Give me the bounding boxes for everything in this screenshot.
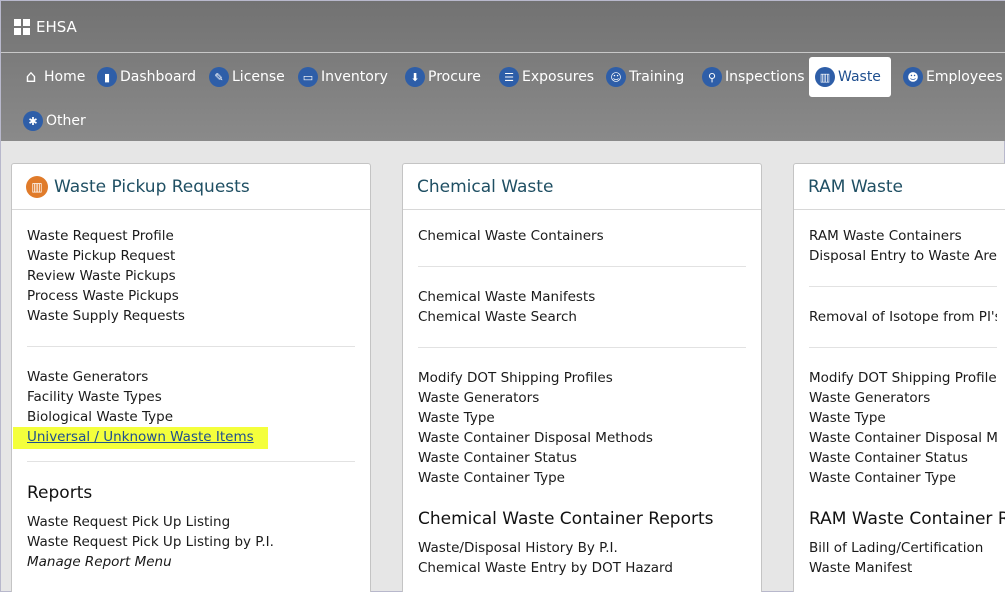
link-disposal-entry-to-waste-area[interactable]: Disposal Entry to Waste Area — [809, 246, 997, 266]
link-chemical-waste-entry-by-dot-hazard[interactable]: Chemical Waste Entry by DOT Hazard — [418, 558, 746, 578]
link-waste-container-type[interactable]: Waste Container Type — [418, 468, 746, 488]
divider — [809, 286, 997, 287]
link-waste-container-type[interactable]: Waste Container Type — [809, 468, 997, 488]
wrench-icon: ✎ — [209, 67, 229, 87]
nav-inspections[interactable]: ⚲ Inspections — [696, 57, 811, 97]
app-title[interactable]: EHSA — [14, 17, 77, 37]
link-waste-container-status[interactable]: Waste Container Status — [809, 448, 997, 468]
link-waste-request-pick-up-listing[interactable]: Waste Request Pick Up Listing — [27, 512, 355, 532]
link-waste-container-disposal-methods[interactable]: Waste Container Disposal Metho — [809, 428, 997, 448]
link-manage-report-menu[interactable]: Manage Report Menu — [27, 552, 355, 572]
divider — [809, 347, 997, 348]
divider — [27, 346, 355, 347]
link-waste-request-pick-up-listing-by-pi[interactable]: Waste Request Pick Up Listing by P.I. — [27, 532, 355, 552]
nav-other[interactable]: ✱ Other — [17, 101, 92, 141]
divider — [418, 266, 746, 267]
person-icon: ☺ — [606, 67, 626, 87]
top-navigation-bar: EHSA ⌂ Home ▮ Dashboard ✎ License ▭ Inve… — [1, 1, 1005, 141]
bar-chart-icon: ▮ — [97, 67, 117, 87]
nav-home[interactable]: ⌂ Home — [15, 57, 91, 97]
link-waste-type[interactable]: Waste Type — [809, 408, 997, 428]
nav-exposures[interactable]: ☰ Exposures — [493, 57, 600, 97]
link-chemical-waste-manifests[interactable]: Chemical Waste Manifests — [418, 287, 746, 307]
divider — [27, 461, 355, 462]
panel-chemical-waste: Chemical Waste Chemical Waste Containers… — [402, 163, 762, 592]
panel-waste-pickup-requests: ▥ Waste Pickup Requests Waste Request Pr… — [11, 163, 371, 592]
panel-ram-waste: RAM Waste RAM Waste Containers Disposal … — [793, 163, 1005, 592]
link-waste-generators[interactable]: Waste Generators — [418, 388, 746, 408]
nav-inventory[interactable]: ▭ Inventory — [292, 57, 394, 97]
panel-header: ▥ Waste Pickup Requests — [12, 164, 370, 210]
nav-procure-label: Procure — [428, 69, 481, 85]
link-modify-dot-shipping-profiles[interactable]: Modify DOT Shipping Profiles — [418, 368, 746, 388]
nav-home-label: Home — [44, 69, 86, 85]
nav-license[interactable]: ✎ License — [203, 57, 291, 97]
arrow-down-icon: ⬇ — [405, 67, 425, 87]
trash-icon: ▥ — [815, 67, 835, 87]
link-waste-disposal-history-by-pi[interactable]: Waste/Disposal History By P.I. — [418, 538, 746, 558]
link-review-waste-pickups[interactable]: Review Waste Pickups — [27, 266, 355, 286]
link-process-waste-pickups[interactable]: Process Waste Pickups — [27, 286, 355, 306]
nav-dashboard[interactable]: ▮ Dashboard — [91, 57, 202, 97]
trash-icon: ▥ — [26, 175, 48, 198]
app-grid-icon — [14, 19, 30, 35]
link-biological-waste-type[interactable]: Biological Waste Type — [27, 407, 355, 427]
nav-training-label: Training — [629, 69, 685, 85]
divider — [418, 347, 746, 348]
link-universal-unknown-waste-items[interactable]: Universal / Unknown Waste Items — [27, 427, 254, 447]
link-waste-container-disposal-methods[interactable]: Waste Container Disposal Methods — [418, 428, 746, 448]
nav-employees[interactable]: ☻ Employees — [897, 57, 1005, 97]
nav-procure[interactable]: ⬇ Procure — [399, 57, 487, 97]
link-waste-generators[interactable]: Waste Generators — [809, 388, 997, 408]
nav-inventory-label: Inventory — [321, 69, 388, 85]
link-waste-request-profile[interactable]: Waste Request Profile — [27, 226, 355, 246]
app-title-label: EHSA — [36, 18, 77, 36]
reports-heading: Reports — [27, 483, 93, 503]
nav-waste-label: Waste — [838, 69, 881, 85]
link-modify-dot-shipping-profiles[interactable]: Modify DOT Shipping Profiles — [809, 368, 997, 388]
link-waste-pickup-request[interactable]: Waste Pickup Request — [27, 246, 355, 266]
nav-inspections-label: Inspections — [725, 69, 805, 85]
panel-title: Chemical Waste — [417, 176, 554, 197]
link-chemical-waste-search[interactable]: Chemical Waste Search — [418, 307, 746, 327]
nav-license-label: License — [232, 69, 285, 85]
highlight-box: Universal / Unknown Waste Items — [13, 427, 268, 449]
link-bill-of-lading-certification[interactable]: Bill of Lading/Certification — [809, 538, 997, 558]
link-ram-waste-containers[interactable]: RAM Waste Containers — [809, 226, 997, 246]
link-facility-waste-types[interactable]: Facility Waste Types — [27, 387, 355, 407]
panel-header: RAM Waste — [794, 164, 1005, 210]
link-waste-manifest[interactable]: Waste Manifest — [809, 558, 997, 578]
chemical-reports-heading: Chemical Waste Container Reports — [418, 509, 714, 529]
nav-other-label: Other — [46, 113, 86, 129]
panel-title: Waste Pickup Requests — [54, 176, 250, 197]
ram-reports-heading: RAM Waste Container Re — [809, 509, 1005, 529]
clipboard-icon: ☰ — [499, 67, 519, 87]
nav-exposures-label: Exposures — [522, 69, 595, 85]
home-icon: ⌂ — [25, 66, 37, 87]
nav-waste[interactable]: ▥ Waste — [809, 57, 891, 97]
nav-training[interactable]: ☺ Training — [600, 57, 690, 97]
link-removal-of-isotope[interactable]: Removal of Isotope from PI's In — [809, 307, 997, 327]
truck-icon: ▭ — [298, 67, 318, 87]
link-waste-supply-requests[interactable]: Waste Supply Requests — [27, 306, 355, 326]
panel-title: RAM Waste — [808, 176, 903, 197]
link-waste-type[interactable]: Waste Type — [418, 408, 746, 428]
header-divider — [1, 52, 1005, 53]
link-chemical-waste-containers[interactable]: Chemical Waste Containers — [418, 226, 746, 246]
nav-employees-label: Employees — [926, 69, 1003, 85]
search-icon: ⚲ — [702, 67, 722, 87]
nav-dashboard-label: Dashboard — [120, 69, 196, 85]
users-icon: ☻ — [903, 67, 923, 87]
link-waste-generators[interactable]: Waste Generators — [27, 367, 355, 387]
link-waste-container-status[interactable]: Waste Container Status — [418, 448, 746, 468]
panel-header: Chemical Waste — [403, 164, 761, 210]
asterisk-icon: ✱ — [23, 111, 43, 131]
